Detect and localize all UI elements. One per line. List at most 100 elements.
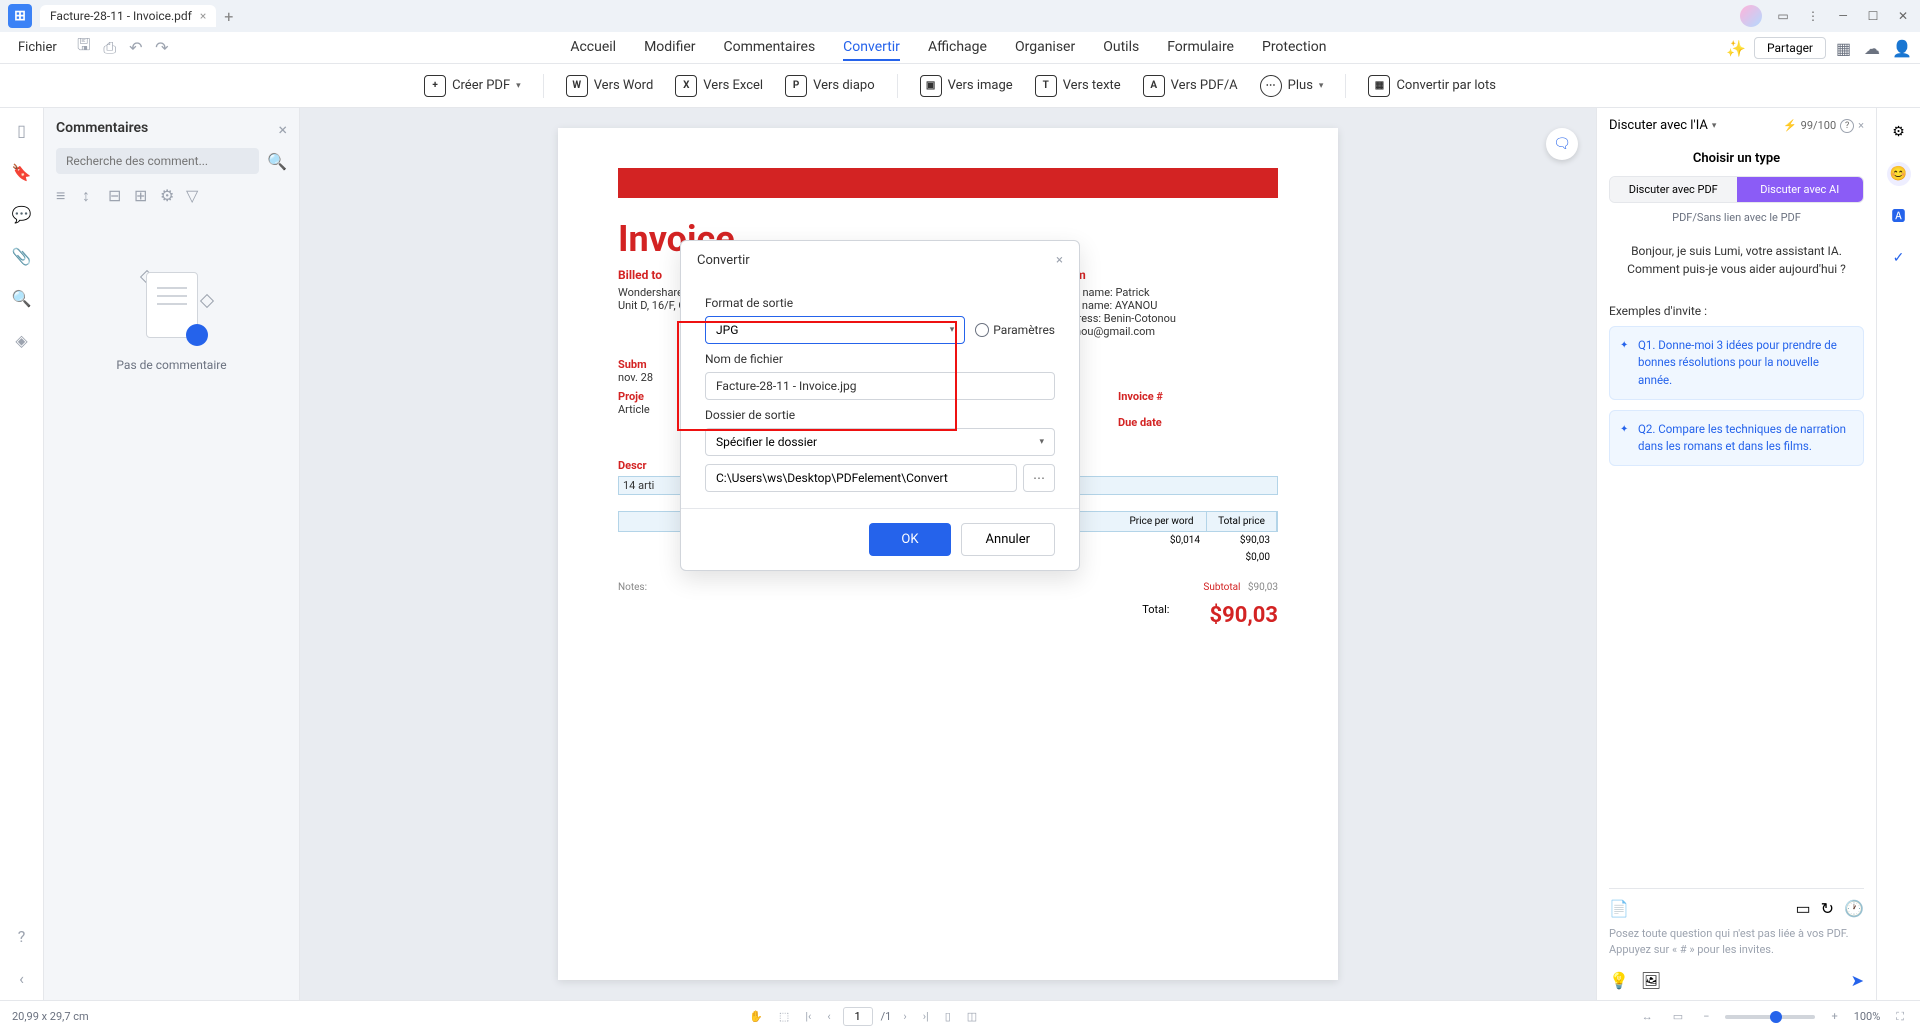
redo-icon[interactable]: ↷: [153, 39, 171, 57]
folder-path-input[interactable]: [705, 464, 1017, 492]
list-icon[interactable]: ≡: [56, 186, 72, 202]
save-icon[interactable]: 🖫: [75, 39, 93, 57]
check-icon[interactable]: ✓: [1887, 246, 1911, 270]
info-icon[interactable]: ?: [1840, 119, 1854, 133]
ai-mode-dropdown[interactable]: Discuter avec l'IA ▾: [1609, 118, 1716, 133]
collapse-left-icon[interactable]: ‹: [12, 968, 32, 988]
bolt-icon: ⚡: [1783, 119, 1797, 132]
expand-icon[interactable]: ⊟: [108, 186, 124, 202]
layers-icon[interactable]: ◈: [12, 330, 32, 350]
history-icon[interactable]: ↻: [1821, 899, 1834, 918]
example-prompt-1[interactable]: Q1. Donne-moi 3 idées pour prendre de bo…: [1609, 326, 1864, 400]
tab-commentaires[interactable]: Commentaires: [724, 35, 816, 61]
single-page-icon[interactable]: ▯: [941, 1008, 955, 1025]
chat-ai-button[interactable]: Discuter avec AI: [1737, 177, 1864, 202]
comment-search-input[interactable]: [56, 148, 259, 174]
maximize-icon[interactable]: ☐: [1864, 7, 1882, 25]
ai-float-button[interactable]: 🗨: [1546, 128, 1578, 160]
feedback-icon[interactable]: ▭: [1774, 7, 1792, 25]
close-ai-icon[interactable]: ×: [1858, 119, 1864, 132]
select-tool-icon[interactable]: ⬚: [775, 1008, 793, 1025]
tab-accueil[interactable]: Accueil: [570, 35, 616, 61]
document-tab[interactable]: Facture-28-11 - Invoice.pdf ×: [40, 5, 216, 27]
format-label: Format de sortie: [705, 296, 1055, 310]
batch-convert-button[interactable]: ▦ Convertir par lots: [1368, 75, 1495, 97]
to-word-button[interactable]: W Vers Word: [566, 75, 654, 97]
chat-pdf-button[interactable]: Discuter avec PDF: [1610, 177, 1737, 202]
tab-formulaire[interactable]: Formulaire: [1167, 35, 1234, 61]
help-icon[interactable]: ?: [12, 926, 32, 946]
grid-icon[interactable]: ▦: [1836, 39, 1854, 57]
filename-input[interactable]: [705, 372, 1055, 400]
fullscreen-icon[interactable]: ⛶: [1892, 1008, 1908, 1026]
page-number-input[interactable]: [843, 1007, 873, 1026]
ai-input-placeholder[interactable]: Posez toute question qui n'est pas liée …: [1609, 926, 1864, 957]
ai-doc-icon[interactable]: 📄: [1609, 899, 1629, 918]
tab-outils[interactable]: Outils: [1103, 35, 1139, 61]
close-tab-icon[interactable]: ×: [200, 9, 206, 23]
tab-organiser[interactable]: Organiser: [1015, 35, 1075, 61]
magic-icon[interactable]: ✨: [1726, 39, 1744, 57]
folder-select[interactable]: Spécifier le dossier ▾: [705, 428, 1055, 456]
close-panel-icon[interactable]: ×: [278, 120, 287, 139]
create-pdf-button[interactable]: + Créer PDF ▾: [424, 75, 521, 97]
collapse-all-icon[interactable]: ⊞: [134, 186, 150, 202]
prev-page-icon[interactable]: ‹: [823, 1008, 834, 1025]
user-icon[interactable]: 👤: [1892, 39, 1910, 57]
clock-icon[interactable]: 🕐: [1844, 899, 1864, 918]
fit-page-icon[interactable]: ▭: [1669, 1008, 1687, 1025]
close-window-icon[interactable]: ✕: [1894, 7, 1912, 25]
template-icon[interactable]: ▭: [1796, 899, 1811, 918]
params-button[interactable]: Paramètres: [975, 323, 1055, 337]
minimize-icon[interactable]: —: [1834, 7, 1852, 25]
sort-icon[interactable]: ↕: [82, 186, 98, 202]
browse-button[interactable]: ⋯: [1023, 464, 1055, 492]
undo-icon[interactable]: ↶: [127, 39, 145, 57]
attachment-icon[interactable]: 📎: [12, 246, 32, 266]
sliders-icon[interactable]: ⚙: [1887, 120, 1911, 144]
send-icon[interactable]: ➤: [1851, 971, 1864, 990]
fit-width-icon[interactable]: ↔: [1638, 1008, 1657, 1025]
share-button[interactable]: Partager: [1754, 37, 1826, 59]
to-text-button[interactable]: T Vers texte: [1035, 75, 1121, 97]
print-icon[interactable]: ⎙: [101, 39, 119, 57]
next-page-icon[interactable]: ›: [899, 1008, 910, 1025]
to-image-button[interactable]: ▣ Vers image: [920, 75, 1013, 97]
thumbnail-icon[interactable]: ▯: [12, 120, 32, 140]
file-menu[interactable]: Fichier: [10, 36, 65, 59]
example-prompt-2[interactable]: Q2. Compare les techniques de narration …: [1609, 410, 1864, 467]
first-page-icon[interactable]: |‹: [801, 1008, 815, 1025]
search-icon[interactable]: 🔍: [12, 288, 32, 308]
search-icon[interactable]: 🔍: [267, 151, 287, 171]
ai-chat-icon[interactable]: 😊: [1887, 162, 1911, 186]
to-ppt-button[interactable]: P Vers diapo: [785, 75, 875, 97]
tab-protection[interactable]: Protection: [1262, 35, 1326, 61]
tab-affichage[interactable]: Affichage: [928, 35, 987, 61]
settings-icon[interactable]: ⚙: [160, 186, 176, 202]
comments-icon[interactable]: 💬: [12, 204, 32, 224]
tab-modifier[interactable]: Modifier: [644, 35, 695, 61]
tab-convertir[interactable]: Convertir: [843, 35, 900, 61]
cloud-icon[interactable]: ☁: [1864, 39, 1882, 57]
bulb-icon[interactable]: 💡: [1609, 971, 1629, 990]
kebab-menu-icon[interactable]: ⋮: [1804, 7, 1822, 25]
ok-button[interactable]: OK: [869, 523, 950, 556]
hand-tool-icon[interactable]: ✋: [745, 1008, 767, 1025]
bookmark-icon[interactable]: 🔖: [12, 162, 32, 182]
filter-icon[interactable]: ▽: [186, 186, 202, 202]
image-attach-icon[interactable]: 🖼: [1641, 971, 1661, 990]
last-page-icon[interactable]: ›|: [919, 1008, 933, 1025]
translate-icon[interactable]: 🅰: [1887, 204, 1911, 228]
ai-avatar-icon[interactable]: [1740, 5, 1762, 27]
new-tab-button[interactable]: +: [224, 7, 233, 26]
close-dialog-icon[interactable]: ×: [1056, 253, 1063, 268]
cancel-button[interactable]: Annuler: [961, 523, 1055, 556]
zoom-slider[interactable]: [1725, 1015, 1815, 1019]
zoom-out-icon[interactable]: −: [1699, 1008, 1713, 1025]
zoom-in-icon[interactable]: +: [1827, 1008, 1841, 1025]
to-excel-button[interactable]: X Vers Excel: [675, 75, 763, 97]
format-select[interactable]: JPG ▾: [705, 316, 965, 344]
more-button[interactable]: ⋯ Plus ▾: [1260, 75, 1324, 97]
to-pdfa-button[interactable]: A Vers PDF/A: [1143, 75, 1238, 97]
continuous-icon[interactable]: ◫: [963, 1008, 981, 1025]
